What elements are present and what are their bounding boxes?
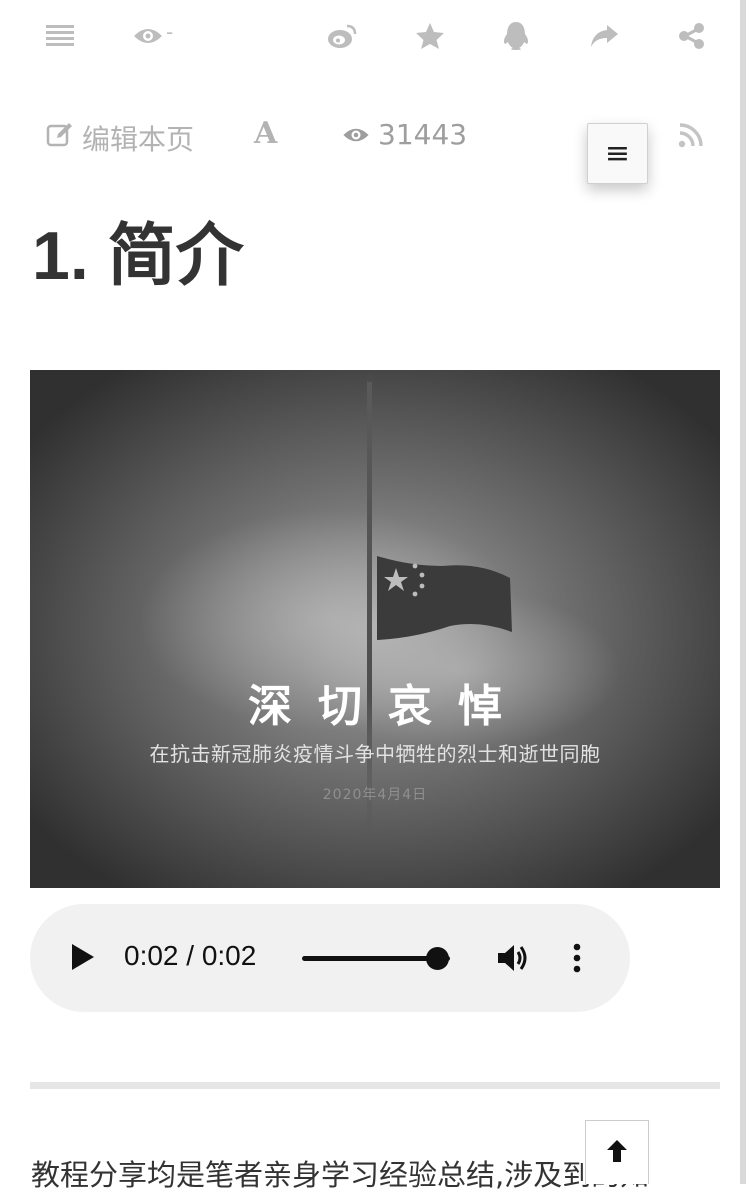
audio-player: 0:02 / 0:02 bbox=[30, 904, 630, 1012]
list-icon[interactable] bbox=[44, 18, 76, 54]
eye-icon bbox=[342, 118, 370, 151]
share-nodes-icon[interactable] bbox=[674, 18, 710, 54]
view-counter: 31443 bbox=[342, 118, 467, 151]
qq-icon[interactable] bbox=[498, 18, 534, 54]
weibo-icon[interactable] bbox=[324, 18, 360, 54]
eye-icon bbox=[132, 18, 164, 54]
views-label: - bbox=[166, 20, 174, 44]
memorial-banner-image: 深切哀悼 在抗击新冠肺炎疫情斗争中牺牲的烈士和逝世同胞 2020年4月4日 bbox=[30, 370, 720, 888]
horizontal-divider bbox=[30, 1082, 720, 1089]
memorial-flag-illustration bbox=[30, 370, 720, 888]
edit-page-label: 编辑本页 bbox=[82, 123, 195, 156]
banner-headline: 深切哀悼 bbox=[248, 681, 528, 732]
edit-icon bbox=[46, 122, 74, 155]
share-forward-icon[interactable] bbox=[586, 18, 622, 54]
rss-icon[interactable] bbox=[678, 122, 704, 152]
more-options-icon[interactable] bbox=[570, 942, 584, 978]
intro-paragraph: 教程分享均是笔者亲身学习经验总结,涉及到的知 bbox=[31, 1158, 650, 1192]
menu-toggle-button[interactable]: ≡ bbox=[587, 123, 648, 184]
font-size-icon[interactable]: A bbox=[254, 116, 277, 151]
top-toolbar: - bbox=[0, 0, 740, 72]
edit-page-link[interactable]: 编辑本页 bbox=[46, 118, 194, 158]
banner-subline: 在抗击新冠肺炎疫情斗争中牺牲的烈士和逝世同胞 bbox=[149, 742, 601, 766]
back-to-top-button[interactable] bbox=[585, 1120, 649, 1184]
audio-time: 0:02 / 0:02 bbox=[124, 940, 257, 971]
volume-icon[interactable] bbox=[496, 942, 530, 978]
hamburger-icon: ≡ bbox=[604, 136, 631, 171]
play-icon[interactable] bbox=[72, 944, 94, 970]
star-icon[interactable] bbox=[412, 18, 448, 54]
page-edge bbox=[740, 0, 746, 1184]
banner-date: 2020年4月4日 bbox=[322, 787, 428, 803]
view-count: 31443 bbox=[378, 118, 468, 151]
arrow-up-icon bbox=[605, 1138, 629, 1168]
audio-progress-thumb[interactable] bbox=[426, 947, 449, 970]
page-title: 1. 简介 bbox=[32, 218, 244, 294]
